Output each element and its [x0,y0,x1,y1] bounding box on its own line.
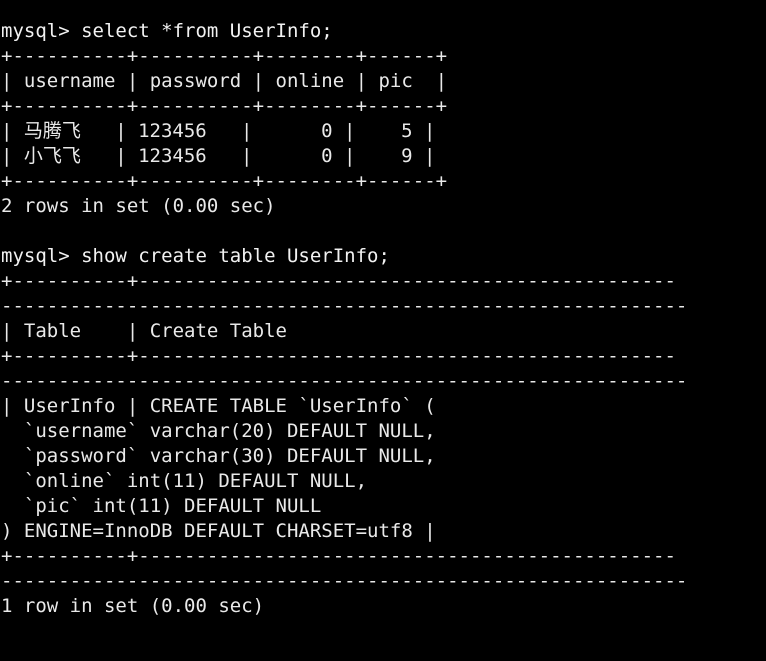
ddl-header-row: | Table | Create Table [1,320,287,342]
table-border-mid: +----------+----------+--------+------+ [1,95,448,117]
ddl-border-mid-part2: ----------------------------------------… [1,370,688,392]
table-border-top: +----------+----------+--------+------+ [1,45,448,67]
status-row-in-set: 1 row in set (0.00 sec) [1,595,265,617]
table-row: | 马腾飞 | 123456 | 0 | 5 | [1,120,436,142]
ddl-line-column-online: `online` int(11) DEFAULT NULL, [1,470,368,492]
status-rows-in-set: 2 rows in set (0.00 sec) [1,195,276,217]
ddl-border-mid-part1: +----------+----------------------------… [1,345,676,367]
command-line-select: mysql> select *from UserInfo; [1,20,333,42]
ddl-line-engine-charset: ) ENGINE=InnoDB DEFAULT CHARSET=utf8 | [1,520,436,542]
terminal-window[interactable]: mysql> select *from UserInfo; +---------… [0,0,766,661]
command-line-show-create: mysql> show create table UserInfo; [1,245,390,267]
ddl-border-top-part2: ----------------------------------------… [1,295,688,317]
terminal-screen[interactable]: mysql> select *from UserInfo; +---------… [0,19,766,619]
ddl-border-bottom-part2: ----------------------------------------… [1,570,688,592]
ddl-line-column-pic: `pic` int(11) DEFAULT NULL [1,495,322,517]
ddl-border-bottom-part1: +----------+----------------------------… [1,545,676,567]
ddl-border-top-part1: +----------+----------------------------… [1,270,676,292]
ddl-line-create-table: | UserInfo | CREATE TABLE `UserInfo` ( [1,395,436,417]
ddl-line-column-password: `password` varchar(30) DEFAULT NULL, [1,445,436,467]
table-header-row: | username | password | online | pic | [1,70,448,92]
ddl-line-column-username: `username` varchar(20) DEFAULT NULL, [1,420,436,442]
table-border-bottom: +----------+----------+--------+------+ [1,170,448,192]
table-row: | 小飞飞 | 123456 | 0 | 9 | [1,145,436,167]
